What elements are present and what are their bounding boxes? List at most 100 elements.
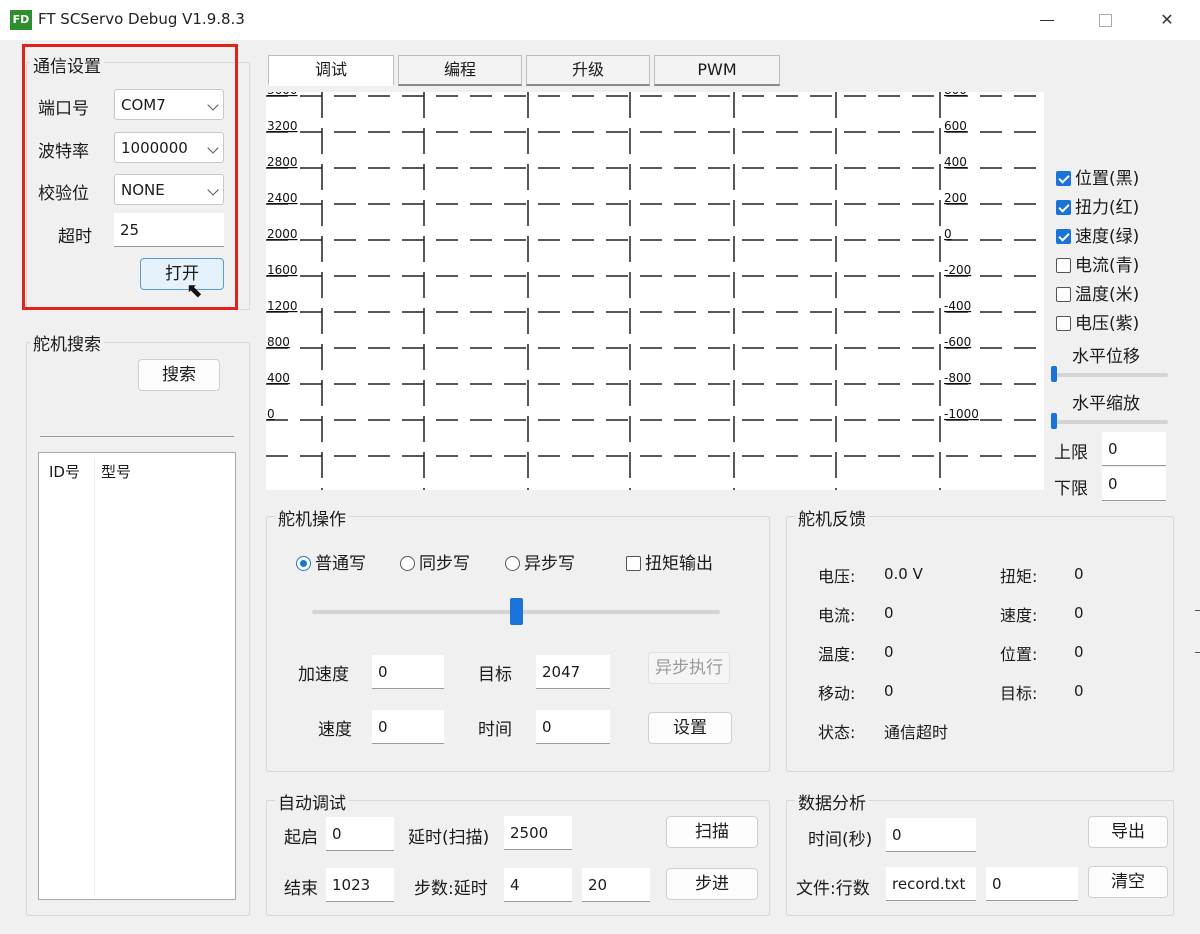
tab-upgrade[interactable]: 升级 (526, 55, 650, 86)
checkbox-box[interactable] (1056, 200, 1071, 215)
status-label: 状态: (818, 723, 856, 742)
legend-checkbox-5[interactable]: 电压(紫) (1056, 309, 1139, 334)
h-zoom-slider[interactable] (1052, 420, 1168, 424)
right-axis-tick-label: 200 (944, 191, 967, 205)
upper-limit-label: 上限 (1054, 443, 1088, 463)
target-label: 目标 (478, 665, 512, 685)
h-offset-slider[interactable] (1052, 373, 1168, 377)
left-axis-tick-label: 2000 (267, 227, 298, 241)
servo-operation-title: 舵机操作 (275, 505, 349, 530)
servo-list[interactable]: ID号 型号 (38, 452, 236, 900)
torque-output-checkbox-box[interactable] (626, 556, 641, 571)
legend-checkbox-4[interactable]: 温度(米) (1056, 280, 1139, 305)
fb-target-value: 0 (1074, 682, 1084, 700)
end-input[interactable] (326, 868, 394, 902)
radio-async-write[interactable]: 异步写 (505, 549, 575, 574)
accel-label: 加速度 (298, 665, 349, 685)
position-label: 位置: (1000, 645, 1038, 664)
radio-normal-write[interactable]: 普通写 (296, 549, 366, 574)
window-title: FT SCServo Debug V1.9.8.3 (38, 10, 245, 28)
legend-checkbox-label: 扭力(红) (1075, 198, 1140, 218)
rows-input[interactable] (986, 867, 1078, 901)
analysis-time-input[interactable] (886, 818, 976, 852)
close-icon[interactable]: ✕ (1150, 6, 1184, 34)
left-axis-tick-label: 800 (267, 335, 290, 349)
left-axis-tick-label: 400 (267, 371, 290, 385)
legend-checkbox-label: 速度(绿) (1075, 227, 1140, 247)
edge-mark (1195, 610, 1200, 611)
legend-checkbox-label: 电流(青) (1075, 256, 1140, 276)
tab-debug[interactable]: 调试 (268, 55, 394, 86)
legend-checkbox-0[interactable]: 位置(黑) (1056, 164, 1139, 189)
current-value: 0 (884, 604, 894, 622)
tab-pwm[interactable]: PWM (654, 55, 780, 86)
fb-target-label: 目标: (1000, 684, 1038, 703)
radio-sync-write[interactable]: 同步写 (400, 549, 470, 574)
status-value: 通信超时 (884, 723, 949, 742)
h-zoom-label: 水平缩放 (1072, 394, 1140, 414)
waveform-plot[interactable]: 3600320028002400200016001200800400080060… (266, 83, 1044, 490)
temperature-value: 0 (884, 643, 894, 661)
radio-sync-write-indicator[interactable] (400, 556, 415, 571)
h-offset-slider-thumb[interactable] (1051, 366, 1057, 382)
step-button[interactable]: 步进 (666, 868, 758, 900)
right-axis-tick-label: 600 (944, 119, 967, 133)
speed-input[interactable] (372, 710, 444, 744)
radio-async-write-indicator[interactable] (505, 556, 520, 571)
legend-checkbox-2[interactable]: 速度(绿) (1056, 222, 1139, 247)
auto-debug-title: 自动调试 (275, 789, 349, 814)
maximize-icon[interactable] (1088, 6, 1122, 34)
legend-checkbox-1[interactable]: 扭力(红) (1056, 193, 1139, 218)
radio-normal-write-indicator[interactable] (296, 556, 311, 571)
target-input[interactable] (536, 655, 610, 689)
minimize-icon[interactable] (1030, 6, 1064, 34)
time-input[interactable] (536, 710, 610, 744)
export-button[interactable]: 导出 (1088, 816, 1168, 848)
lower-limit-input[interactable] (1102, 467, 1166, 501)
step-delay-input[interactable] (582, 868, 650, 902)
right-axis-tick-label: 0 (944, 227, 952, 241)
checkbox-box[interactable] (1056, 171, 1071, 186)
right-axis-tick-label: 800 (944, 92, 967, 97)
async-execute-button[interactable]: 异步执行 (648, 652, 730, 684)
start-input[interactable] (326, 817, 394, 851)
data-analysis-title: 数据分析 (795, 789, 869, 814)
checkbox-box[interactable] (1056, 229, 1071, 244)
right-axis-tick-label: -600 (944, 335, 971, 349)
torque-label: 扭矩: (1000, 567, 1038, 586)
fb-speed-label: 速度: (1000, 606, 1038, 625)
tab-program[interactable]: 编程 (398, 55, 522, 86)
position-slider-thumb[interactable] (510, 598, 523, 625)
h-zoom-slider-thumb[interactable] (1051, 413, 1057, 429)
right-axis-tick-label: 400 (944, 155, 967, 169)
torque-output-checkbox[interactable]: 扭矩输出 (626, 549, 713, 574)
left-axis-tick-label: 3200 (267, 119, 298, 133)
lower-limit-label: 下限 (1054, 479, 1088, 499)
legend-checkbox-3[interactable]: 电流(青) (1056, 251, 1139, 276)
checkbox-box[interactable] (1056, 316, 1071, 331)
left-axis-tick-label: 1600 (267, 263, 298, 277)
left-axis-tick-label: 1200 (267, 299, 298, 313)
file-name-input[interactable] (886, 867, 976, 901)
servo-feedback-title: 舵机反馈 (795, 505, 869, 530)
right-axis-tick-label: -200 (944, 263, 971, 277)
accel-input[interactable] (372, 655, 444, 689)
checkbox-box[interactable] (1056, 258, 1071, 273)
right-axis-tick-label: -400 (944, 299, 971, 313)
search-button[interactable]: 搜索 (138, 359, 220, 391)
clear-button[interactable]: 清空 (1088, 866, 1168, 898)
time-label: 时间 (478, 720, 512, 740)
position-value: 0 (1074, 643, 1084, 661)
servo-search-title: 舵机搜索 (30, 330, 104, 355)
scan-button[interactable]: 扫描 (666, 816, 758, 848)
analysis-time-label: 时间(秒) (808, 830, 873, 850)
h-offset-label: 水平位移 (1072, 347, 1140, 367)
checkbox-box[interactable] (1056, 287, 1071, 302)
legend-checkbox-label: 温度(米) (1075, 285, 1140, 305)
left-axis-tick-label: 0 (267, 407, 275, 421)
set-button[interactable]: 设置 (648, 712, 732, 744)
scan-delay-input[interactable] (504, 816, 572, 850)
step-count-input[interactable] (504, 868, 572, 902)
upper-limit-input[interactable] (1102, 432, 1166, 466)
fb-speed-value: 0 (1074, 604, 1084, 622)
